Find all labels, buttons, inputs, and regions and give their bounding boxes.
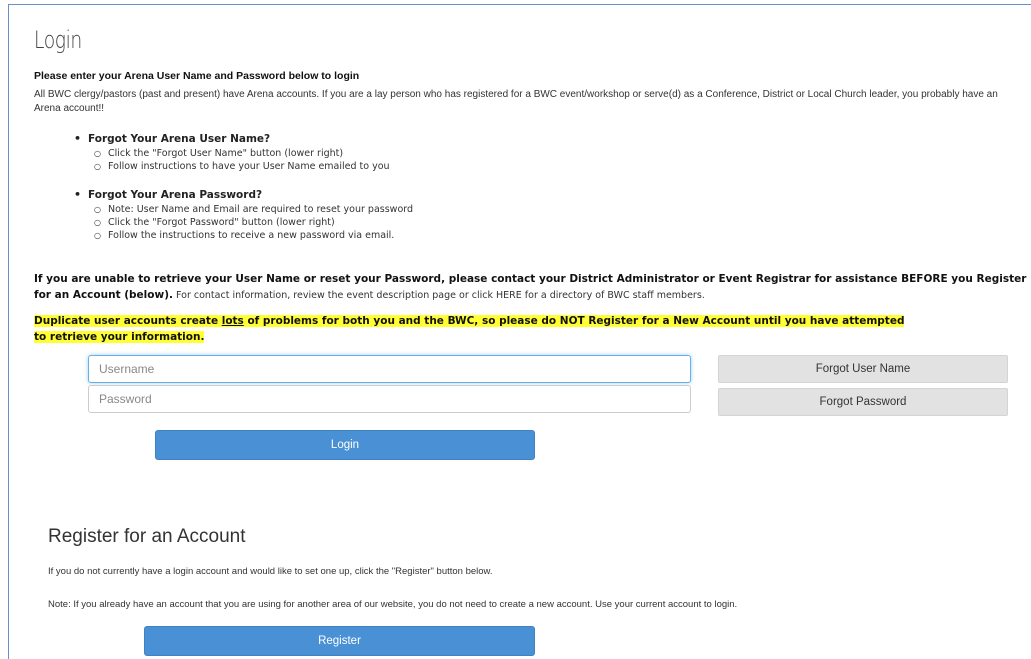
help-step: ○ Follow the instructions to receive a n… bbox=[74, 229, 974, 242]
bullet-icon: • bbox=[74, 188, 82, 201]
help-step: ○ Note: User Name and Email are required… bbox=[74, 203, 974, 216]
register-title: Register for an Account bbox=[48, 526, 246, 547]
username-input[interactable] bbox=[88, 355, 691, 383]
help-step-text: Follow the instructions to receive a new… bbox=[108, 230, 395, 241]
help-heading-text: Forgot Your Arena User Name? bbox=[88, 133, 271, 145]
bullet-icon: • bbox=[74, 132, 82, 145]
forgot-password-button[interactable]: Forgot Password bbox=[718, 388, 1008, 416]
page-title: Login bbox=[34, 26, 82, 54]
contact-warning-text: For contact information, review the even… bbox=[172, 290, 497, 301]
help-list: • Forgot Your Arena User Name? ○ Click t… bbox=[74, 131, 974, 256]
password-input[interactable] bbox=[88, 385, 691, 413]
contact-warning: If you are unable to retrieve your User … bbox=[34, 271, 1029, 304]
help-step: ○ Click the "Forgot Password" button (lo… bbox=[74, 216, 974, 229]
forgot-username-button[interactable]: Forgot User Name bbox=[718, 355, 1008, 383]
help-heading-text: Forgot Your Arena Password? bbox=[88, 189, 263, 201]
help-group-password: • Forgot Your Arena Password? ○ Note: Us… bbox=[74, 187, 974, 242]
register-intro-text: If you do not currently have a login acc… bbox=[48, 566, 493, 577]
highlight-text-post: of problems for both you and the BWC, so… bbox=[243, 315, 905, 327]
bullet-icon: ○ bbox=[94, 231, 101, 240]
register-button[interactable]: Register bbox=[144, 626, 535, 656]
highlight-text-line2: to retrieve your information. bbox=[34, 331, 205, 343]
register-note-text: Note: If you already have an account tha… bbox=[48, 599, 738, 610]
bullet-icon: ○ bbox=[94, 149, 101, 158]
help-step-text: Note: User Name and Email are required t… bbox=[108, 204, 414, 215]
bullet-icon: ○ bbox=[94, 218, 101, 227]
highlight-text-pre: Duplicate user accounts create bbox=[34, 315, 222, 327]
contact-warning-tail: for a directory of BWC staff members. bbox=[521, 290, 705, 301]
help-step: ○ Follow instructions to have your User … bbox=[74, 160, 974, 173]
bullet-icon: ○ bbox=[94, 162, 101, 171]
login-button[interactable]: Login bbox=[155, 430, 535, 460]
help-step-text: Follow instructions to have your User Na… bbox=[108, 161, 390, 172]
help-step-text: Click the "Forgot User Name" button (low… bbox=[108, 148, 344, 159]
login-instructions-heading: Please enter your Arena User Name and Pa… bbox=[34, 70, 360, 82]
login-intro-text: All BWC clergy/pastors (past and present… bbox=[34, 89, 998, 114]
help-heading: • Forgot Your Arena Password? bbox=[74, 187, 974, 203]
help-heading: • Forgot Your Arena User Name? bbox=[74, 131, 974, 147]
help-group-username: • Forgot Your Arena User Name? ○ Click t… bbox=[74, 131, 974, 173]
help-step: ○ Click the "Forgot User Name" button (l… bbox=[74, 147, 974, 160]
help-step-text: Click the "Forgot Password" button (lowe… bbox=[108, 217, 335, 228]
highlight-text-underlined: lots bbox=[221, 315, 244, 327]
duplicate-account-warning: Duplicate user accounts create lots of p… bbox=[34, 313, 964, 345]
bullet-icon: ○ bbox=[94, 205, 101, 214]
staff-directory-link[interactable]: HERE bbox=[496, 290, 522, 301]
